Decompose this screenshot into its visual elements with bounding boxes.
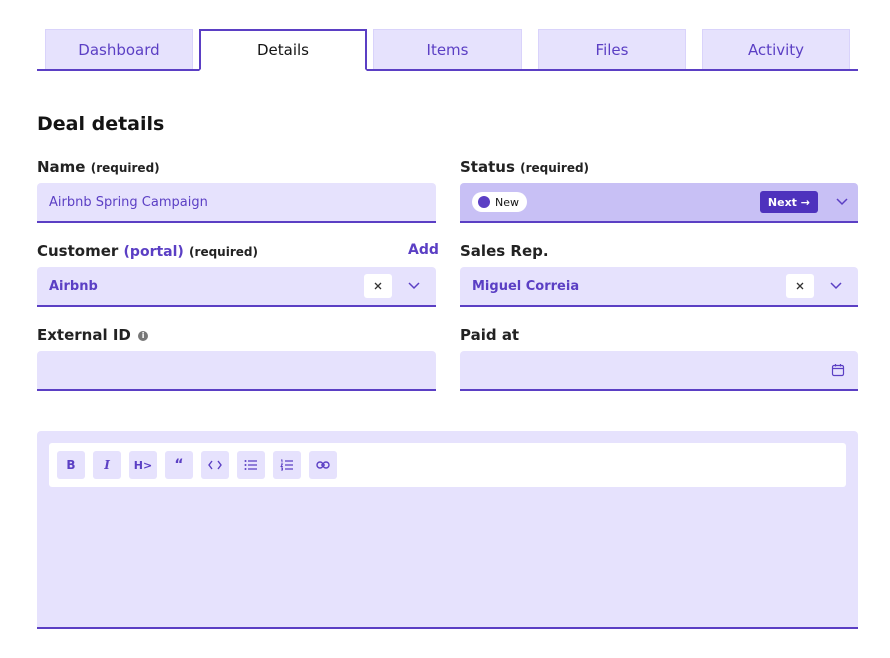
sales-rep-value: Miguel Correia — [472, 278, 580, 294]
external-id-label-text: External ID — [37, 326, 131, 344]
link-icon[interactable] — [309, 451, 337, 479]
paid-at-label: Paid at — [460, 326, 520, 344]
tab-dashboard[interactable]: Dashboard — [45, 29, 193, 69]
add-customer-link[interactable]: Add — [408, 242, 439, 258]
customer-portal-link[interactable]: (portal) — [124, 244, 184, 260]
status-select[interactable]: New Next → — [460, 183, 858, 223]
tab-bar: Dashboard Details Items Files Activity — [37, 29, 858, 71]
close-icon — [374, 282, 382, 290]
editor-toolbar: B I H> “ — [49, 443, 846, 487]
external-id-label: External ID i — [37, 326, 149, 344]
name-required-note: (required) — [90, 161, 160, 175]
status-label: Status (required) — [460, 158, 589, 176]
next-status-button[interactable]: Next → — [759, 191, 818, 213]
chevron-down-icon[interactable] — [834, 194, 850, 210]
name-label: Name (required) — [37, 158, 160, 176]
customer-value: Airbnb — [49, 278, 98, 294]
chevron-down-icon[interactable] — [828, 278, 844, 294]
section-title: Deal details — [37, 113, 165, 135]
chevron-down-icon[interactable] — [406, 278, 422, 294]
tab-details[interactable]: Details — [199, 29, 367, 71]
bold-icon[interactable]: B — [57, 451, 85, 479]
close-icon — [796, 282, 804, 290]
tab-activity[interactable]: Activity — [702, 29, 850, 69]
quote-icon[interactable]: “ — [165, 451, 193, 479]
customer-select[interactable]: Airbnb — [37, 267, 436, 307]
status-badge-label: New — [495, 195, 519, 209]
clear-sales-rep-button[interactable] — [786, 274, 814, 298]
name-label-text: Name — [37, 158, 86, 176]
code-icon[interactable] — [201, 451, 229, 479]
status-dot-icon — [478, 196, 490, 208]
rich-text-editor[interactable]: B I H> “ — [37, 431, 858, 629]
status-required-note: (required) — [520, 161, 590, 175]
name-field-value: Airbnb Spring Campaign — [49, 194, 208, 210]
name-field[interactable]: Airbnb Spring Campaign — [37, 183, 436, 223]
numbered-list-icon[interactable] — [273, 451, 301, 479]
status-label-text: Status — [460, 158, 515, 176]
tab-files[interactable]: Files — [538, 29, 686, 69]
clear-customer-button[interactable] — [364, 274, 392, 298]
paid-at-date-field[interactable] — [460, 351, 858, 391]
sales-rep-label: Sales Rep. — [460, 242, 549, 260]
sales-rep-select[interactable]: Miguel Correia — [460, 267, 858, 307]
customer-label-text: Customer — [37, 242, 119, 260]
bullet-list-icon[interactable] — [237, 451, 265, 479]
tab-items[interactable]: Items — [373, 29, 522, 69]
italic-icon[interactable]: I — [93, 451, 121, 479]
external-id-field[interactable] — [37, 351, 436, 391]
heading-icon[interactable]: H> — [129, 451, 157, 479]
info-icon[interactable]: i — [138, 330, 149, 341]
customer-required-note: (required) — [189, 245, 258, 259]
calendar-icon[interactable] — [830, 362, 846, 378]
status-badge: New — [472, 192, 527, 212]
customer-label: Customer (portal) (required) — [37, 242, 258, 260]
